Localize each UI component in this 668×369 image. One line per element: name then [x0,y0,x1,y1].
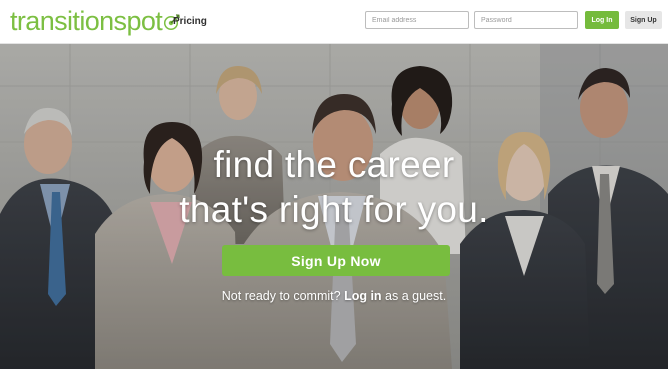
headline-line-2: that's right for you. [179,189,489,230]
login-button[interactable]: Log In [585,11,619,29]
guest-login-prompt: Not ready to commit? Log in as a guest. [0,289,668,304]
logo[interactable]: transitionspot [10,4,181,38]
headline-line-1: find the career [213,144,455,185]
nav-pricing-link[interactable]: Pricing [173,16,207,27]
guest-prefix-text: Not ready to commit? [221,289,341,303]
signup-button[interactable]: Sign Up [625,11,662,29]
signup-now-button[interactable]: Sign Up Now [222,245,450,276]
top-header: transitionspot Pricing Log In Sign Up [0,0,668,44]
email-input[interactable] [365,11,469,29]
guest-suffix-text: as a guest. [385,289,447,303]
landing-page: transitionspot Pricing Log In Sign Up [0,0,668,369]
hero-section: find the career that's right for you. Si… [0,44,668,369]
password-input[interactable] [474,11,578,29]
logo-text: transitionspot [10,6,163,36]
guest-login-link[interactable]: Log in [344,289,382,303]
